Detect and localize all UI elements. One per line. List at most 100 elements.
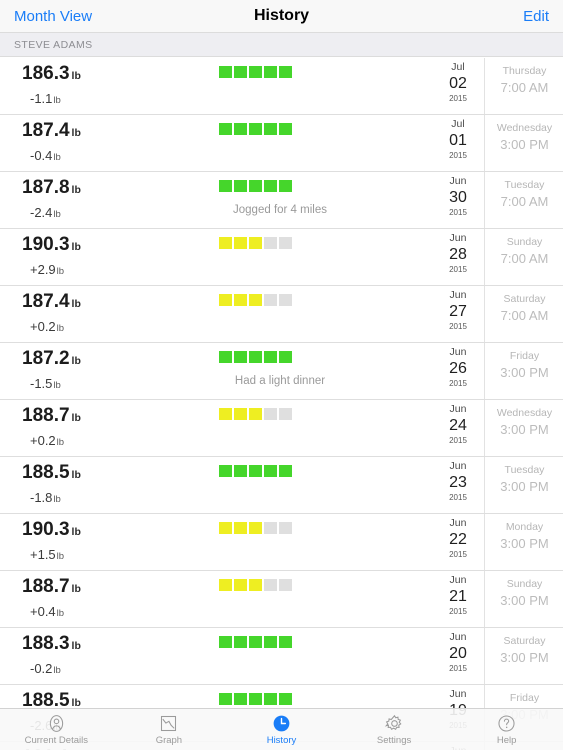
history-row[interactable]: 186.3 lb -1.1lb Jul 02 2015 Thursday 7:00 AM [0, 58, 563, 115]
weekday-label: Saturday [503, 293, 546, 305]
column-divider [484, 457, 485, 513]
month-view-button[interactable]: Month View [14, 8, 92, 25]
date-month: Jun [449, 289, 467, 301]
weight-change-number: -2.4 [30, 205, 53, 220]
rating-square-filled [264, 636, 277, 648]
history-row[interactable]: 188.5 lb -1.8lb Jun 23 2015 Tuesday 3:00 PM [0, 457, 563, 514]
weight-value: 188.7 lb [22, 405, 81, 427]
weight-change-number: +0.4 [30, 604, 56, 619]
time-label: 3:00 PM [500, 365, 549, 380]
date-day: 28 [449, 246, 467, 263]
weight-change: -2.4lb [30, 205, 61, 220]
column-divider [484, 571, 485, 627]
column-divider [484, 628, 485, 684]
column-divider [484, 286, 485, 342]
history-list[interactable]: 186.3 lb -1.1lb Jul 02 2015 Thursday 7:00 AM 187… [0, 58, 563, 750]
history-row-content: 188.7 lb +0.4lb Jun 21 2015 Sunday 3:00 PM [0, 571, 563, 627]
date-day: 21 [449, 588, 467, 605]
rating-square-filled [249, 351, 262, 363]
rating-square-empty [264, 408, 277, 420]
history-row[interactable]: 187.4 lb +0.2lb Jun 27 2015 Saturday 7:00 AM [0, 286, 563, 343]
entry-weekday-time: Tuesday 3:00 PM [486, 463, 563, 495]
tab-graph[interactable]: Graph [113, 709, 226, 750]
weight-unit: lb [71, 298, 81, 310]
date-year: 2015 [449, 94, 467, 103]
date-month: Jun [449, 574, 467, 586]
weight-value: 187.4 lb [22, 120, 81, 142]
rating-square-filled [249, 294, 262, 306]
date-year: 2015 [449, 550, 467, 559]
weight-number: 187.2 [22, 348, 70, 369]
weight-change-number: -1.8 [30, 490, 53, 505]
question-icon [496, 713, 517, 734]
rating-square-filled [279, 693, 292, 705]
rating-square-filled [219, 693, 232, 705]
tab-help[interactable]: Help [450, 709, 563, 750]
date-year: 2015 [449, 436, 467, 445]
date-month: Jul [451, 61, 465, 73]
rating-square-filled [219, 522, 232, 534]
rating-square-filled [219, 351, 232, 363]
time-label: 3:00 PM [500, 137, 549, 152]
date-day: 26 [449, 360, 467, 377]
column-divider [484, 229, 485, 285]
date-day: 02 [449, 75, 467, 92]
rating-square-filled [249, 693, 262, 705]
tab-settings[interactable]: Settings [338, 709, 451, 750]
history-row[interactable]: 190.3 lb +2.9lb Jun 28 2015 Sunday 7:00 AM [0, 229, 563, 286]
entry-weekday-time: Saturday 3:00 PM [486, 634, 563, 666]
edit-button[interactable]: Edit [523, 8, 549, 25]
date-month: Jun [449, 232, 467, 244]
history-row[interactable]: 187.2 lb -1.5lb Had a light dinner Jun 26 2015… [0, 343, 563, 400]
history-row[interactable]: 190.3 lb +1.5lb Jun 22 2015 Monday 3:00 PM [0, 514, 563, 571]
entry-weekday-time: Sunday 7:00 AM [486, 235, 563, 267]
rating-square-filled [264, 693, 277, 705]
rating-indicator [219, 693, 292, 705]
history-row[interactable]: 187.8 lb -2.4lb Jogged for 4 miles Jun 30 2015… [0, 172, 563, 229]
entry-weekday-time: Saturday 7:00 AM [486, 292, 563, 324]
rating-square-filled [264, 123, 277, 135]
weight-change: +2.9lb [30, 262, 64, 277]
weight-unit: lb [71, 355, 81, 367]
weight-value: 190.3 lb [22, 519, 81, 541]
history-row[interactable]: 188.7 lb +0.2lb Jun 24 2015 Wednesday 3:00 PM [0, 400, 563, 457]
history-row[interactable]: 188.7 lb +0.4lb Jun 21 2015 Sunday 3:00 PM [0, 571, 563, 628]
weight-value: 187.2 lb [22, 348, 81, 370]
rating-square-empty [264, 294, 277, 306]
tab-label: Settings [376, 735, 412, 746]
tab-history[interactable]: History [225, 709, 338, 750]
date-day: 30 [449, 189, 467, 206]
date-month: Jun [449, 688, 467, 700]
date-month: Jun [449, 403, 467, 415]
weekday-label: Tuesday [504, 464, 545, 476]
weekday-label: Wednesday [496, 122, 553, 134]
weekday-label: Friday [509, 350, 540, 362]
gear-icon [384, 713, 405, 734]
history-row[interactable]: 188.3 lb -0.2lb Jun 20 2015 Saturday 3:00 PM [0, 628, 563, 685]
weight-number: 187.4 [22, 120, 70, 141]
rating-square-filled [264, 351, 277, 363]
weight-value: 188.7 lb [22, 576, 81, 598]
weight-change-number: +0.2 [30, 433, 56, 448]
weight-number: 187.4 [22, 291, 70, 312]
entry-date: Jun 24 2015 [434, 403, 482, 446]
weight-unit: lb [71, 412, 81, 424]
time-label: 3:00 PM [500, 479, 549, 494]
time-label: 3:00 PM [500, 536, 549, 551]
entry-date: Jun 28 2015 [434, 232, 482, 275]
weight-change-unit: lb [56, 437, 65, 448]
weight-value: 187.8 lb [22, 177, 81, 199]
column-divider [484, 343, 485, 399]
history-row[interactable]: 187.4 lb -0.4lb Jul 01 2015 Wednesday 3:00 PM [0, 115, 563, 172]
rating-indicator [219, 66, 292, 78]
weight-value: 187.4 lb [22, 291, 81, 313]
weight-unit: lb [71, 526, 81, 538]
date-month: Jul [451, 118, 465, 130]
tab-current-details[interactable]: Current Details [0, 709, 113, 750]
entry-date: Jun 26 2015 [434, 346, 482, 389]
tab-label: History [266, 735, 297, 746]
rating-square-filled [234, 237, 247, 249]
date-day: 20 [449, 645, 467, 662]
weight-unit: lb [71, 469, 81, 481]
history-row-content: 188.3 lb -0.2lb Jun 20 2015 Saturday 3:00 PM [0, 628, 563, 684]
